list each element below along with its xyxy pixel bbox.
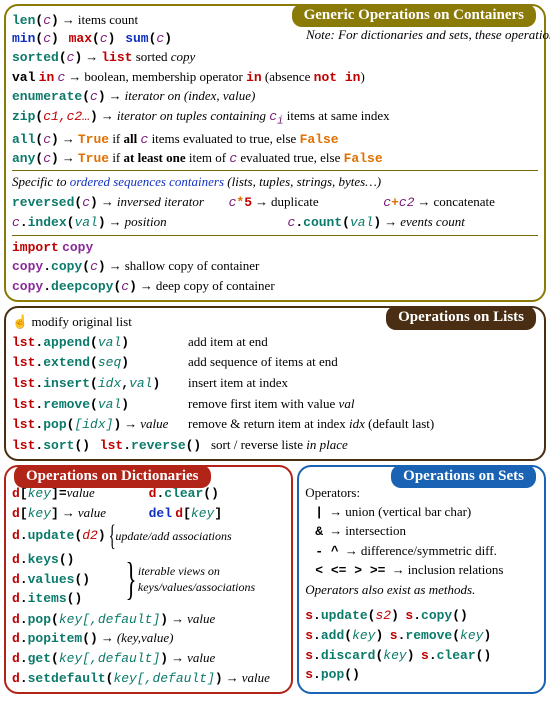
row-get: d.get(key[,default])value xyxy=(12,649,285,668)
row-values: d.values() xyxy=(12,570,124,589)
section-title-generic: Generic Operations on Containers xyxy=(292,4,536,27)
row-inter: & intersection xyxy=(305,522,538,541)
row-popitem: d.popitem()(key,value) xyxy=(12,629,285,648)
row-insert: lst.insert(idx,val) xyxy=(12,374,182,393)
row-getitem: d[key]value xyxy=(12,504,149,523)
row-extend: lst.extend(seq) xyxy=(12,353,182,372)
row-diff: - ^ difference/symmetric diff. xyxy=(305,542,538,561)
section-title-lists: Operations on Lists xyxy=(386,306,536,329)
section-title-sets: Operations on Sets xyxy=(391,465,536,488)
row-all: all(c)True if all c items evaluated to t… xyxy=(12,130,538,149)
section-title-dicts: Operations on Dictionaries xyxy=(14,465,211,488)
row-append: lst.append(val) xyxy=(12,333,182,352)
row-items: d.items() xyxy=(12,589,124,608)
section-dicts: Operations on Dictionaries d[key]=value … xyxy=(4,465,293,694)
row-sorted: sorted(c)list sorted copy xyxy=(12,48,538,67)
row-del: del d[key] xyxy=(149,504,286,523)
row-in: val in cboolean, membership operator in … xyxy=(12,68,538,87)
section-generic-containers: Generic Operations on Containers len(c)i… xyxy=(4,4,546,302)
sets-methods-note: Operators also exist as methods. xyxy=(305,581,538,599)
row-dpop: d.pop(key[,default])value xyxy=(12,610,285,629)
row-deep-copy: copy.deepcopy(c)deep copy of container xyxy=(12,277,538,296)
section-sets: Operations on Sets Operators: | union (v… xyxy=(297,465,546,694)
row-shallow-copy: copy.copy(c)shallow copy of container xyxy=(12,257,538,276)
row-spop: s.pop() xyxy=(305,665,538,684)
row-any: any(c)True if at least one item of c eva… xyxy=(12,149,538,168)
row-count: c.count(val)events count xyxy=(288,213,538,232)
row-zip: zip(c1,c2…)iterator on tuples containing… xyxy=(12,107,538,129)
row-update: d.update(d2) {update/add associations xyxy=(12,524,285,548)
row-union: | union (vertical bar char) xyxy=(305,503,538,522)
row-setdefault: d.setdefault(key[,default])value xyxy=(12,669,285,688)
row-remove: lst.remove(val) xyxy=(12,395,182,414)
row-duplicate: c*5duplicate xyxy=(229,193,384,212)
row-concat: c+c2concatenate xyxy=(383,193,538,212)
row-pop: lst.pop([idx])value xyxy=(12,415,182,434)
row-import: import copy xyxy=(12,238,538,257)
row-sadd: s.add(key) s.remove(key) xyxy=(305,626,538,645)
row-enumerate: enumerate(c)iterator on (index, value) xyxy=(12,87,538,106)
row-keys: d.keys() xyxy=(12,550,124,569)
row-supdate: s.update(s2) s.copy() xyxy=(305,606,538,625)
section-lists: Operations on Lists ☝ modify original li… xyxy=(4,306,546,461)
row-reversed: reversed(c)inversed iterator xyxy=(12,193,229,212)
row-sort-reverse: lst.sort() lst.reverse() sort / reverse … xyxy=(12,436,538,455)
note-dict-keys: Note: For dictionaries and sets, these o… xyxy=(306,26,536,44)
row-sdiscard: s.discard(key) s.clear() xyxy=(305,646,538,665)
row-index: c.index(val)position xyxy=(12,213,288,232)
row-rel: < <= > >= inclusion relations xyxy=(305,561,538,580)
